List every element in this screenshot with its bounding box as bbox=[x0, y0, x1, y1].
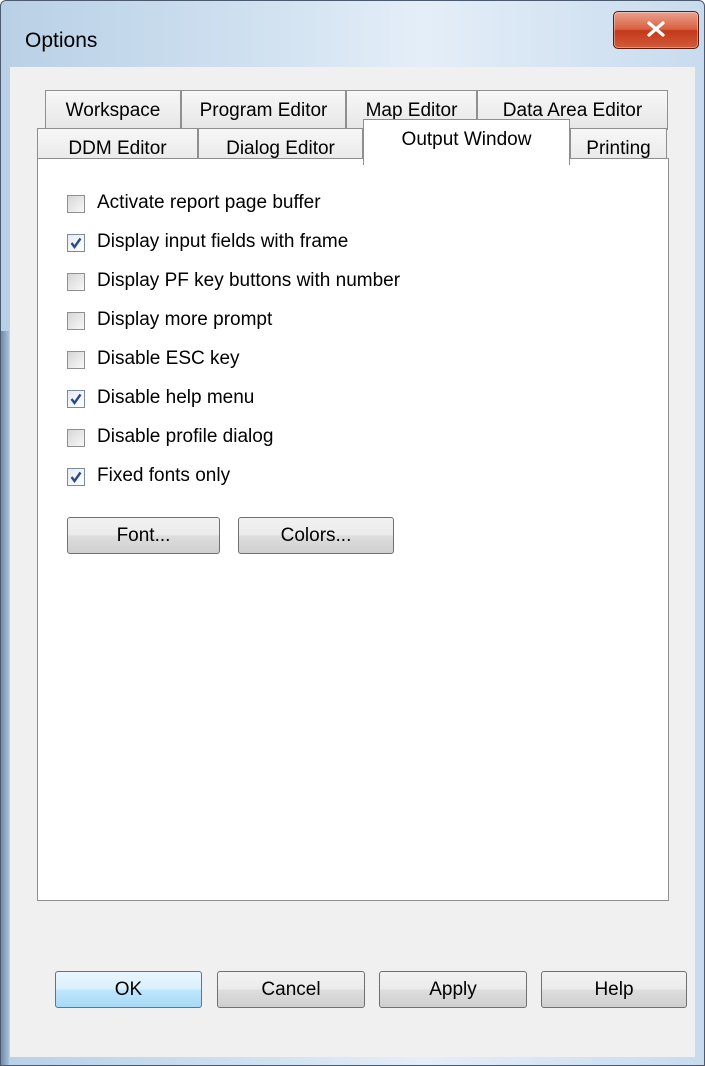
checkbox[interactable] bbox=[67, 273, 85, 291]
help-button[interactable]: Help bbox=[541, 971, 687, 1008]
option-label: Display PF key buttons with number bbox=[97, 270, 401, 291]
font-button[interactable]: Font... bbox=[67, 517, 220, 554]
apply-button[interactable]: Apply bbox=[379, 971, 527, 1008]
option-label: Display input fields with frame bbox=[97, 231, 349, 252]
ok-button[interactable]: OK bbox=[55, 971, 202, 1008]
checkmark-icon bbox=[70, 471, 82, 484]
checkbox[interactable] bbox=[67, 390, 85, 408]
option-label: Disable help menu bbox=[97, 387, 255, 408]
cancel-button-label: Cancel bbox=[261, 979, 321, 1000]
option-label: Disable ESC key bbox=[97, 348, 240, 369]
tab-workspace[interactable]: Workspace bbox=[45, 90, 181, 130]
apply-button-label: Apply bbox=[429, 979, 477, 1000]
tab-output-window[interactable]: Output Window bbox=[363, 119, 570, 165]
dialog-client-area: Workspace Program Editor Map Editor Data… bbox=[10, 67, 695, 1057]
help-button-label: Help bbox=[594, 979, 634, 1000]
checkmark-icon bbox=[70, 237, 82, 250]
window-title: Options bbox=[25, 29, 98, 52]
close-icon bbox=[647, 21, 665, 37]
checkbox[interactable] bbox=[67, 312, 85, 330]
font-button-label: Font... bbox=[116, 525, 171, 546]
cancel-button[interactable]: Cancel bbox=[217, 971, 365, 1008]
colors-button-label: Colors... bbox=[280, 525, 352, 546]
ok-button-label: OK bbox=[114, 979, 143, 1000]
options-dialog: Options Workspace Program Editor Map Edi… bbox=[0, 0, 705, 1066]
checkbox[interactable] bbox=[67, 429, 85, 447]
checkbox[interactable] bbox=[67, 234, 85, 252]
option-label: Activate report page buffer bbox=[97, 192, 321, 213]
checkbox[interactable] bbox=[67, 195, 85, 213]
option-label: Display more prompt bbox=[97, 309, 273, 330]
close-button[interactable] bbox=[613, 11, 699, 49]
tab-program-editor[interactable]: Program Editor bbox=[181, 90, 346, 130]
colors-button[interactable]: Colors... bbox=[238, 517, 394, 554]
checkbox[interactable] bbox=[67, 351, 85, 369]
checkmark-icon bbox=[70, 393, 82, 406]
option-label: Fixed fonts only bbox=[97, 465, 231, 486]
window-frame-edge bbox=[1, 331, 9, 1065]
checkbox[interactable] bbox=[67, 468, 85, 486]
option-label: Disable profile dialog bbox=[97, 426, 274, 447]
